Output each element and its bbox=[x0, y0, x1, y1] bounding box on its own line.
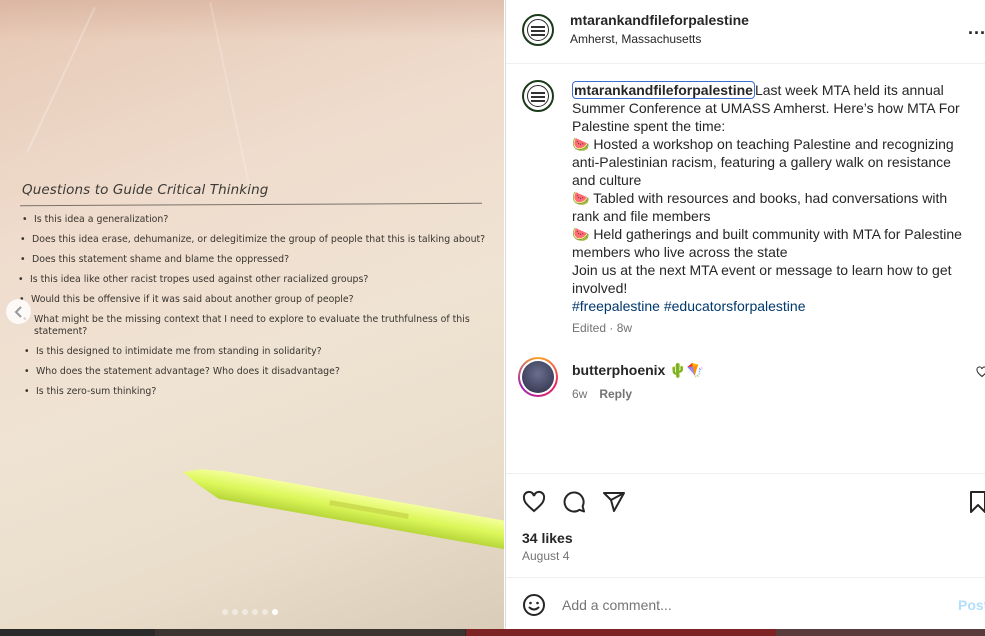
comment-time: 6w bbox=[572, 387, 588, 401]
question-item: Is this designed to intimidate me from s… bbox=[24, 346, 492, 358]
question-item: Does this statement shame and blame the … bbox=[20, 254, 492, 266]
question-item: Who does the statement advantage? Who do… bbox=[24, 366, 492, 378]
post-header: mtarankandfileforpalestine Amherst, Mass… bbox=[506, 0, 985, 64]
background-feed-strip bbox=[0, 629, 985, 636]
like-heart-icon[interactable] bbox=[522, 490, 546, 514]
comment-like-icon[interactable] bbox=[976, 366, 985, 378]
hashtag-link[interactable]: #freepalestine bbox=[572, 298, 660, 314]
question-item: Would this be offensive if it was said a… bbox=[19, 294, 492, 306]
highlighter-marker bbox=[182, 469, 504, 551]
carousel-dot bbox=[242, 609, 248, 615]
post-side-panel: mtarankandfileforpalestine Amherst, Mass… bbox=[505, 0, 985, 629]
carousel-prev-button[interactable] bbox=[6, 299, 31, 324]
document-rule bbox=[20, 202, 482, 207]
question-item: What might be the missing context that I… bbox=[22, 314, 472, 338]
caption-meta: Edited · 8w bbox=[572, 321, 633, 335]
commenter-avatar[interactable] bbox=[518, 357, 558, 397]
question-list: Is this idea a generalization? Does this… bbox=[18, 214, 492, 398]
carousel-indicator bbox=[222, 609, 278, 615]
author-avatar[interactable] bbox=[522, 14, 554, 46]
carousel-dot bbox=[252, 609, 258, 615]
likes-count[interactable]: 34 likes bbox=[522, 530, 573, 546]
share-send-icon[interactable] bbox=[602, 490, 626, 514]
carousel-dot bbox=[222, 609, 228, 615]
question-item: Is this zero-sum thinking? bbox=[24, 386, 492, 398]
post-caption: mtarankandfileforpalestine Last week MTA … bbox=[572, 81, 976, 315]
post-location[interactable]: Amherst, Massachusetts bbox=[570, 32, 701, 46]
author-username[interactable]: mtarankandfileforpalestine bbox=[570, 12, 749, 28]
caption-author-username[interactable]: mtarankandfileforpalestine bbox=[572, 81, 755, 99]
chevron-left-icon bbox=[14, 305, 22, 318]
caption-author-avatar[interactable] bbox=[522, 80, 554, 112]
carousel-dot bbox=[232, 609, 238, 615]
more-options-button[interactable]: ... bbox=[968, 18, 985, 39]
question-item: Is this idea like other racist tropes us… bbox=[18, 274, 492, 286]
commenter-username[interactable]: butterphoenix 🌵🪁 bbox=[572, 362, 704, 379]
post-actions: 34 likes August 4 bbox=[506, 473, 985, 577]
post-photo[interactable]: Questions to Guide Critical Thinking Is … bbox=[0, 0, 504, 636]
question-item: Does this idea erase, dehumanize, or del… bbox=[20, 234, 492, 246]
post-date: August 4 bbox=[522, 549, 570, 563]
document-title: Questions to Guide Critical Thinking bbox=[22, 182, 269, 198]
caption-bullet: 🍉 Hosted a workshop on teaching Palestin… bbox=[572, 136, 954, 188]
caption-closing: Join us at the next MTA event or message… bbox=[572, 262, 952, 296]
question-item: Is this idea a generalization? bbox=[22, 214, 492, 226]
add-comment-bar: Post bbox=[506, 577, 985, 629]
carousel-dot bbox=[262, 609, 268, 615]
comment-meta: 6w Reply bbox=[572, 387, 632, 401]
bookmark-save-icon[interactable] bbox=[968, 490, 985, 514]
caption-bullet: 🍉 Held gatherings and built community wi… bbox=[572, 226, 962, 260]
hashtag-link[interactable]: #educatorsforpalestine bbox=[664, 298, 806, 314]
caption-bullet: 🍉 Tabled with resources and books, had c… bbox=[572, 190, 948, 224]
comment-input[interactable] bbox=[562, 597, 922, 613]
comment-bubble-icon[interactable] bbox=[562, 490, 586, 514]
post-comment-button[interactable]: Post bbox=[958, 597, 985, 613]
reply-button[interactable]: Reply bbox=[599, 387, 632, 401]
carousel-dot-active bbox=[272, 609, 278, 615]
emoji-picker-icon[interactable] bbox=[522, 593, 546, 617]
